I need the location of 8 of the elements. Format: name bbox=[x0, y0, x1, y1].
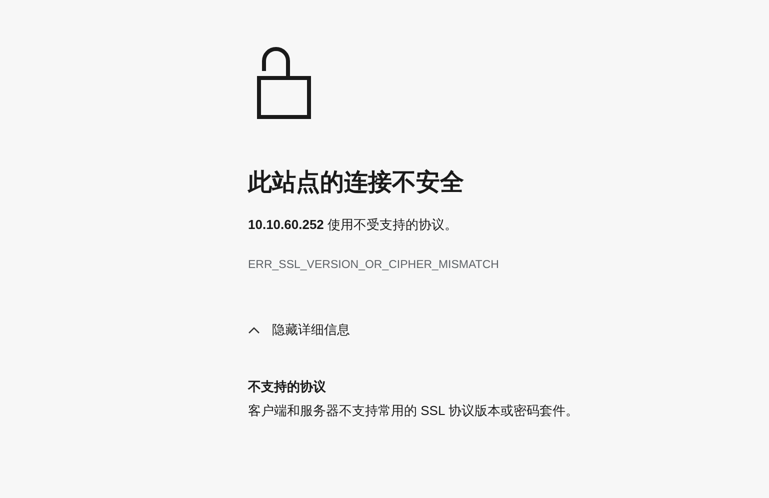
error-code: ERR_SSL_VERSION_OR_CIPHER_MISMATCH bbox=[248, 258, 499, 273]
unlocked-padlock-icon bbox=[257, 47, 311, 119]
error-message: 10.10.60.252 使用不受支持的协议。 bbox=[248, 216, 458, 234]
details-heading: 不支持的协议 bbox=[248, 378, 327, 396]
details-text: 客户端和服务器不支持常用的 SSL 协议版本或密码套件。 bbox=[248, 402, 578, 420]
chevron-icon bbox=[248, 326, 260, 334]
details-toggle[interactable]: 隐藏详细信息 bbox=[248, 321, 350, 339]
page-title: 此站点的连接不安全 bbox=[248, 168, 464, 198]
